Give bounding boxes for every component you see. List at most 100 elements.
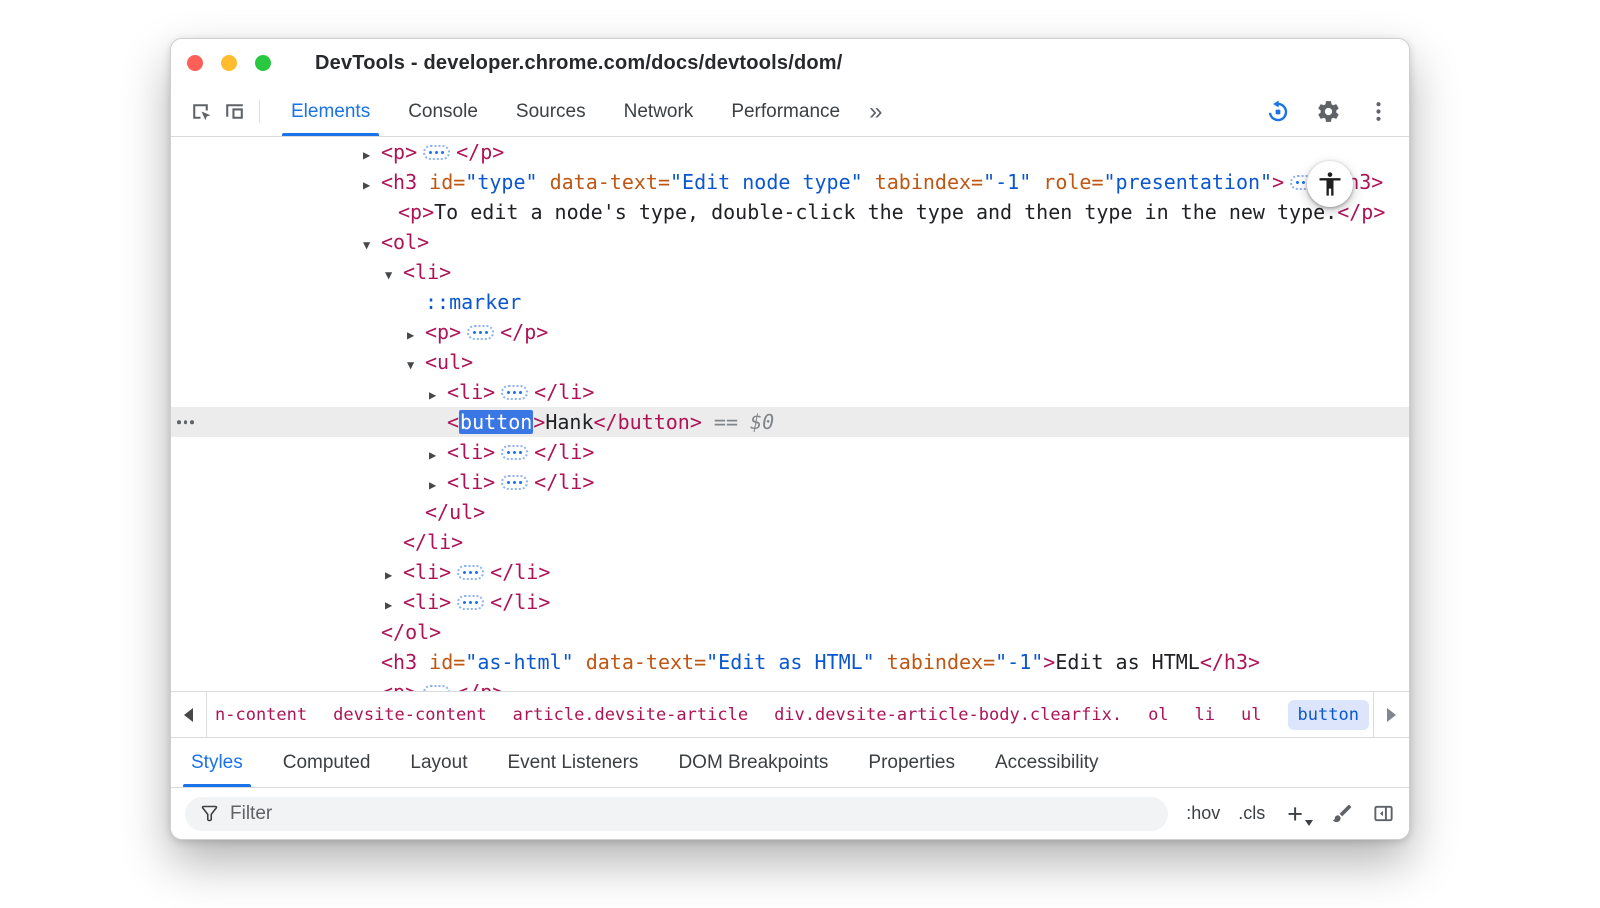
accessibility-icon — [1316, 170, 1344, 198]
breadcrumb-scroll-left-button[interactable] — [171, 692, 207, 737]
token-tag: </h3> — [1200, 650, 1260, 674]
tree-row[interactable]: ▶<h3 id="type" data-text="Edit node type… — [171, 167, 1409, 197]
inline-expand-button[interactable] — [467, 325, 494, 340]
tab-console[interactable]: Console — [389, 87, 497, 136]
token-tag: <li> — [447, 380, 495, 404]
token-marker: ::marker — [425, 290, 521, 314]
toggle-sidebar-button[interactable] — [1372, 802, 1395, 825]
breadcrumb-item-devsite-content[interactable]: devsite-content — [333, 705, 487, 725]
inspect-button[interactable] — [183, 87, 217, 136]
panel-tab-accessibility[interactable]: Accessibility — [975, 738, 1118, 787]
tree-row[interactable]: ▶<li> </li> — [171, 587, 1409, 617]
disclosure-right-icon[interactable]: ▶ — [363, 170, 381, 200]
token-tag: </li> — [490, 590, 550, 614]
tree-row[interactable]: ▶<li> </li> — [171, 467, 1409, 497]
token-tag: <li> — [403, 260, 451, 284]
tree-row[interactable]: ▶<p></p> — [171, 317, 1409, 347]
window-titlebar[interactable]: DevTools - developer.chrome.com/docs/dev… — [171, 39, 1409, 87]
device-toolbar-icon — [222, 99, 247, 124]
token-tag: <li> — [447, 470, 495, 494]
tree-row[interactable]: ▶<li> </li> — [171, 377, 1409, 407]
tree-row[interactable]: ▶<p></p> — [171, 137, 1409, 167]
tree-row[interactable]: </ul> — [171, 497, 1409, 527]
filter-placeholder: Filter — [230, 803, 272, 825]
tab-performance[interactable]: Performance — [712, 87, 859, 136]
window-title: DevTools - developer.chrome.com/docs/dev… — [315, 52, 843, 75]
tree-row[interactable]: ▼<ul> — [171, 347, 1409, 377]
inline-expand-button[interactable] — [501, 385, 528, 400]
disclosure-right-icon[interactable]: ▶ — [385, 560, 403, 590]
inline-expand-button[interactable] — [501, 445, 528, 460]
breadcrumb-item-div-devsite-article-body-clearfix[interactable]: div.devsite-article-body.clearfix. — [774, 705, 1122, 725]
tree-row[interactable]: <h3 id="as-html" data-text="Edit as HTML… — [171, 647, 1409, 677]
device-toolbar-button[interactable] — [217, 87, 251, 136]
tab-sources[interactable]: Sources — [497, 87, 605, 136]
breadcrumb-item-n-content[interactable]: n-content — [215, 705, 307, 725]
token-sel[interactable]: button — [459, 410, 533, 434]
tree-row-selected[interactable]: <button>Hank</button> == $0 — [171, 407, 1409, 437]
more-tabs-chevron-icon: » — [869, 98, 882, 126]
inline-expand-button[interactable] — [501, 475, 528, 490]
token-tag: </p> — [500, 320, 548, 344]
breadcrumb-item-ol[interactable]: ol — [1148, 705, 1168, 725]
token-val: "-1" — [983, 170, 1031, 194]
disclosure-right-icon[interactable]: ▶ — [429, 380, 447, 410]
tree-row[interactable]: ▶<p></p> — [171, 677, 1409, 691]
tab-elements[interactable]: Elements — [272, 87, 389, 136]
token-tag: <li> — [403, 590, 451, 614]
inline-expand-button[interactable] — [457, 565, 484, 580]
new-style-rule-button[interactable]: + — [1287, 804, 1303, 824]
main-menu-button[interactable] — [1361, 99, 1395, 124]
token-attr: tabindex= — [863, 170, 983, 194]
inline-expand-button[interactable] — [423, 685, 450, 692]
reload-devtools-button[interactable] — [1261, 99, 1295, 125]
breadcrumb-item-article-devsite-article[interactable]: article.devsite-article — [513, 705, 748, 725]
more-tabs-button[interactable]: » — [859, 87, 892, 136]
tree-row[interactable]: ▼<li> — [171, 257, 1409, 287]
disclosure-down-icon[interactable]: ▼ — [407, 350, 425, 380]
inline-expand-button[interactable] — [423, 145, 450, 160]
row-actions-dots-icon[interactable] — [177, 420, 194, 424]
disclosure-right-icon[interactable]: ▶ — [385, 590, 403, 620]
close-button[interactable] — [187, 55, 203, 71]
tab-network[interactable]: Network — [605, 87, 713, 136]
minimize-button[interactable] — [221, 55, 237, 71]
inline-expand-button[interactable] — [457, 595, 484, 610]
disclosure-right-icon[interactable]: ▶ — [363, 680, 381, 691]
settings-button[interactable] — [1311, 99, 1345, 124]
inspect-icon — [188, 99, 213, 124]
tree-row[interactable]: ▶<li></li> — [171, 557, 1409, 587]
breadcrumb-scroll-right-button[interactable] — [1373, 692, 1409, 737]
panel-tab-properties[interactable]: Properties — [848, 738, 975, 787]
disclosure-down-icon[interactable]: ▼ — [385, 260, 403, 290]
disclosure-right-icon[interactable]: ▶ — [429, 470, 447, 500]
tree-row[interactable]: <p>To edit a node's type, double-click t… — [171, 197, 1409, 227]
token-tag: </li> — [534, 470, 594, 494]
disclosure-right-icon[interactable]: ▶ — [429, 440, 447, 470]
panel-tab-styles[interactable]: Styles — [171, 738, 263, 787]
breadcrumb-item-button[interactable]: button — [1288, 700, 1369, 730]
maximize-button[interactable] — [255, 55, 271, 71]
breadcrumb-item-ul[interactable]: ul — [1241, 705, 1261, 725]
disclosure-down-icon[interactable]: ▼ — [363, 230, 381, 260]
devtools-tab-strip: ElementsConsoleSourcesNetworkPerformance — [272, 87, 859, 136]
styles-filter-input[interactable]: Filter — [185, 797, 1168, 831]
rendering-emulations-button[interactable] — [1331, 802, 1354, 825]
tree-row[interactable]: ▼<ol> — [171, 227, 1409, 257]
disclosure-right-icon[interactable]: ▶ — [407, 320, 425, 350]
element-classes-button[interactable]: .cls — [1238, 803, 1265, 824]
accessibility-overlay-button[interactable] — [1307, 161, 1353, 207]
tree-row[interactable]: ::marker — [171, 287, 1409, 317]
panel-tab-event-listeners[interactable]: Event Listeners — [487, 738, 658, 787]
panel-tab-dom-breakpoints[interactable]: DOM Breakpoints — [658, 738, 848, 787]
chevron-right-icon — [1387, 708, 1396, 722]
disclosure-right-icon[interactable]: ▶ — [363, 140, 381, 170]
token-tag: </li> — [534, 380, 594, 404]
tree-row[interactable]: </li> — [171, 527, 1409, 557]
tree-row[interactable]: ▶<li></li> — [171, 437, 1409, 467]
tree-row[interactable]: </ol> — [171, 617, 1409, 647]
panel-tab-computed[interactable]: Computed — [263, 738, 391, 787]
toggle-element-state-button[interactable]: :hov — [1186, 803, 1220, 824]
breadcrumb-item-li[interactable]: li — [1195, 705, 1215, 725]
panel-tab-layout[interactable]: Layout — [390, 738, 487, 787]
